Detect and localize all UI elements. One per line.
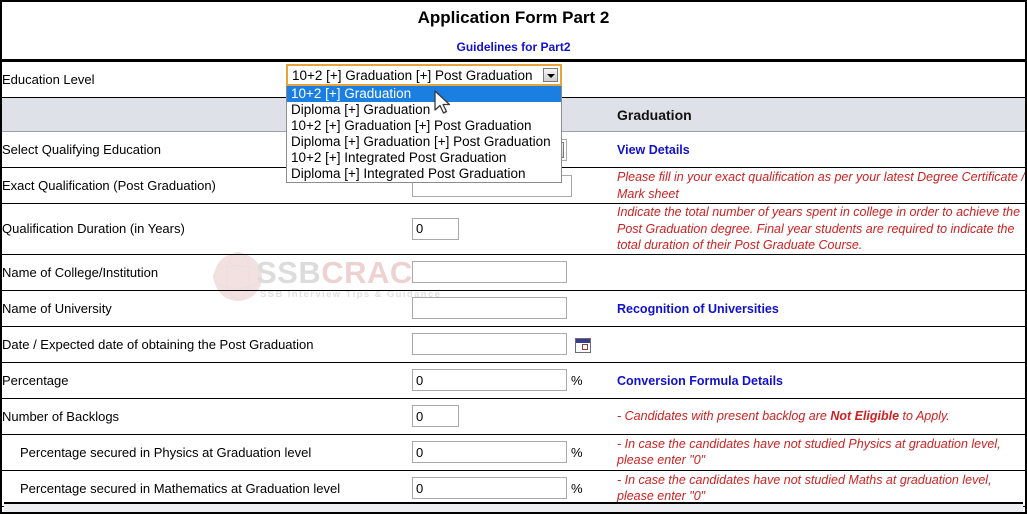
help-maths-percentage: - In case the candidates have not studie… [617,469,1025,507]
guidelines-link[interactable]: Guidelines for Part2 [2,28,1025,54]
help-graduation-date [617,325,1025,363]
field-backlogs [412,397,617,435]
physics-percentage-input[interactable] [412,441,567,463]
education-level-dropdown[interactable]: 10+2 [+] Graduation [+] Post Graduation … [286,64,562,183]
page-title: Application Form Part 2 [417,8,610,27]
form-header: Application Form Part 2 Guidelines for P… [2,2,1025,61]
help-education-level [617,61,1025,98]
help-college-institution [617,253,1025,291]
field-college-institution [412,253,617,291]
label-college-institution: Name of College/Institution [2,253,412,291]
education-level-select-display[interactable]: 10+2 [+] Graduation [+] Post Graduation [286,64,562,86]
table-row-college-institution: Name of College/Institution [2,253,1025,291]
table-row-physics-percentage: Percentage secured in Physics at Graduat… [2,433,1025,471]
backlogs-note-pre: - Candidates with present backlog are [617,408,831,423]
help-physics-percentage: - In case the candidates have not studie… [617,433,1025,471]
label-graduation-date: Date / Expected date of obtaining the Po… [2,325,412,363]
graduation-date-input[interactable] [412,333,567,355]
label-university: Name of University [2,289,412,327]
qualification-duration-note: Indicate the total number of years spent… [617,205,1021,252]
education-level-option-5[interactable]: Diploma [+] Integrated Post Graduation [287,166,561,182]
university-input[interactable] [412,297,567,319]
help-select-qualifying-education: View Details [617,131,1025,168]
chevron-down-icon[interactable] [543,68,558,82]
table-row-university: Name of University Recognition of Univer… [2,289,1025,327]
education-level-option-1[interactable]: Diploma [+] Graduation [287,102,561,118]
percentage-input[interactable] [412,369,567,391]
calendar-icon[interactable] [575,337,591,353]
help-percentage: Conversion Formula Details [617,361,1025,399]
field-graduation-date [412,325,617,363]
label-physics-percentage: Percentage secured in Physics at Graduat… [2,433,412,471]
qualification-duration-input[interactable] [412,217,459,240]
section-band-label: Graduation [617,97,1025,132]
help-backlogs: - Candidates with present backlog are No… [617,397,1025,435]
education-level-option-2[interactable]: 10+2 [+] Graduation [+] Post Graduation [287,118,561,134]
table-row-maths-percentage: Percentage secured in Mathematics at Gra… [2,469,1025,507]
label-percentage: Percentage [2,361,412,399]
education-level-option-list[interactable]: 10+2 [+] Graduation Diploma [+] Graduatio… [286,86,562,183]
education-level-selected-value: 10+2 [+] Graduation [+] Post Graduation [292,68,533,83]
field-qualification-duration [412,203,617,255]
physics-percentage-note: - In case the candidates have not studie… [617,436,1001,468]
field-university [412,289,617,327]
conversion-formula-details-link[interactable]: Conversion Formula Details [617,374,783,388]
percentage-suffix: % [571,372,583,388]
maths-percentage-suffix: % [571,480,583,496]
bottom-strip [4,502,1023,512]
backlogs-input[interactable] [412,405,459,427]
application-form-page: SSBCRACK SSB Interview Tips & Guidance A… [0,0,1027,514]
view-details-link[interactable]: View Details [617,143,690,157]
label-backlogs: Number of Backlogs [2,397,412,435]
help-exact-qualification: Please fill in your exact qualification … [617,167,1025,204]
field-maths-percentage: % [412,469,617,507]
field-physics-percentage: % [412,433,617,471]
maths-percentage-note: - In case the candidates have not studie… [617,472,992,504]
table-row-graduation-date: Date / Expected date of obtaining the Po… [2,325,1025,363]
table-row-percentage: Percentage % Conversion Formula Details [2,361,1025,399]
exact-qualification-note: Please fill in your exact qualification … [617,170,1025,201]
college-institution-input[interactable] [412,261,567,283]
backlogs-note-emphasis: Not Eligible [830,408,900,423]
help-qualification-duration: Indicate the total number of years spent… [617,203,1025,255]
label-maths-percentage: Percentage secured in Mathematics at Gra… [2,469,412,507]
label-qualification-duration: Qualification Duration (in Years) [2,203,412,255]
education-level-option-3[interactable]: Diploma [+] Graduation [+] Post Graduati… [287,134,561,150]
education-level-option-4[interactable]: 10+2 [+] Integrated Post Graduation [287,150,561,166]
recognition-of-universities-link[interactable]: Recognition of Universities [617,302,779,316]
maths-percentage-input[interactable] [412,477,567,499]
table-row-backlogs: Number of Backlogs - Candidates with pre… [2,397,1025,435]
help-university: Recognition of Universities [617,289,1025,327]
physics-percentage-suffix: % [571,444,583,460]
backlogs-note: - Candidates with present backlog are No… [617,409,950,423]
backlogs-note-post: to Apply. [899,408,950,423]
education-level-option-0[interactable]: 10+2 [+] Graduation [287,86,561,102]
table-row-qualification-duration: Qualification Duration (in Years) Indica… [2,203,1025,255]
field-percentage: % [412,361,617,399]
